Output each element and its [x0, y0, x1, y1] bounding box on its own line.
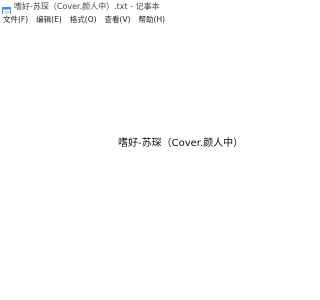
notepad-icon — [2, 2, 11, 17]
menu-edit[interactable]: 编辑(E) — [34, 14, 64, 26]
editor-content: 嗜好-苏琛（Cover.颜人中） — [118, 138, 244, 149]
window-title: 嗜好-苏琛（Cover.颜人中）.txt - 记事本 — [14, 2, 160, 11]
text-editor-area[interactable]: 嗜好-苏琛（Cover.颜人中） — [0, 27, 300, 300]
menu-file[interactable]: 文件(F) — [1, 14, 30, 26]
title-bar[interactable]: 嗜好-苏琛（Cover.颜人中）.txt - 记事本 — [0, 0, 300, 17]
menu-format[interactable]: 格式(O) — [68, 14, 99, 26]
menu-help[interactable]: 帮助(H) — [137, 14, 168, 26]
notepad-window: 嗜好-苏琛（Cover.颜人中）.txt - 记事本 文件(F) 编辑(E) 格… — [0, 0, 300, 300]
menu-bar: 文件(F) 编辑(E) 格式(O) 查看(V) 帮助(H) — [0, 14, 300, 26]
menu-view[interactable]: 查看(V) — [103, 14, 133, 26]
